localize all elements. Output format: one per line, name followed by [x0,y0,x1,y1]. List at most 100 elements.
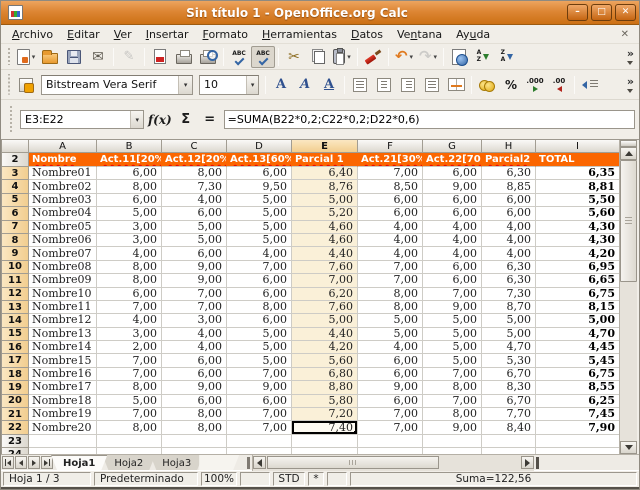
cell-F20[interactable]: 6,00 [358,395,423,408]
cell-F3[interactable]: 7,00 [358,167,423,180]
cell-H18[interactable]: 6,70 [482,368,536,381]
cell-A3[interactable]: Nombre01 [29,167,97,180]
cell-C19[interactable]: 9,00 [162,381,227,394]
cell-A4[interactable]: Nombre02 [29,180,97,193]
cell-A14[interactable]: Nombre12 [29,314,97,327]
cell-B19[interactable]: 8,00 [97,381,162,394]
cell-G14[interactable]: 5,00 [423,314,482,327]
cell-E19[interactable]: 8,80 [292,381,358,394]
new-document-button[interactable]: ▾ [14,46,38,68]
cell-I13[interactable]: 8,15 [536,301,620,314]
cell-I5[interactable]: 5,50 [536,194,620,207]
cell-E15[interactable]: 4,40 [292,328,358,341]
cell-G3[interactable]: 6,00 [423,167,482,180]
align-center-button[interactable] [372,74,396,96]
sheet-tab-hoja2[interactable]: Hoja2 [102,455,155,470]
cell-E8[interactable]: 4,60 [292,234,358,247]
cell-A2[interactable]: Nombre [29,153,97,167]
vertical-scrollbar[interactable] [619,140,637,454]
cell-C8[interactable]: 5,00 [162,234,227,247]
col-header-B[interactable]: B [97,140,162,153]
cell-D12[interactable]: 6,00 [227,288,292,301]
cell-E20[interactable]: 5,80 [292,395,358,408]
cell-D2[interactable]: Act.13[60%] [227,153,292,167]
row-header-21[interactable]: 21 [2,408,29,421]
horizontal-scrollbar[interactable] [252,455,534,471]
cell-C15[interactable]: 4,00 [162,328,227,341]
menu-archivo[interactable]: Archivo [5,26,60,43]
cell-I8[interactable]: 4,30 [536,234,620,247]
paste-button[interactable]: ▾ [330,46,354,68]
cell-D16[interactable]: 5,00 [227,341,292,354]
cell-E12[interactable]: 6,20 [292,288,358,301]
cell-D13[interactable]: 8,00 [227,301,292,314]
cell-H19[interactable]: 8,30 [482,381,536,394]
col-header-E[interactable]: E [292,140,358,153]
cell-A12[interactable]: Nombre10 [29,288,97,301]
cell-C5[interactable]: 4,00 [162,194,227,207]
cell-E16[interactable]: 4,20 [292,341,358,354]
cell-B5[interactable]: 6,00 [97,194,162,207]
cell-G4[interactable]: 9,00 [423,180,482,193]
toolbar-overflow-button[interactable]: » [624,76,637,93]
cell-D23[interactable] [227,435,292,448]
auto-spellcheck-button[interactable]: ABC [251,46,275,68]
cell-C16[interactable]: 4,00 [162,341,227,354]
last-sheet-button[interactable] [41,456,53,469]
row-header-12[interactable]: 12 [2,288,29,301]
cell-D19[interactable]: 9,00 [227,381,292,394]
row-header-13[interactable]: 13 [2,301,29,314]
cell-D9[interactable]: 4,00 [227,247,292,260]
name-box[interactable]: ▾ [20,110,144,129]
cell-B6[interactable]: 5,00 [97,207,162,220]
cell-G10[interactable]: 6,00 [423,261,482,274]
cell-G12[interactable]: 7,00 [423,288,482,301]
bold-button[interactable]: A [269,74,293,96]
cut-button[interactable]: ✂ [282,46,306,68]
cell-I20[interactable]: 6,25 [536,395,620,408]
cell-F12[interactable]: 8,00 [358,288,423,301]
horizontal-scrollbar-thumb[interactable] [267,456,439,469]
scrollbar-resize-handle[interactable] [536,457,539,469]
cell-D10[interactable]: 7,00 [227,261,292,274]
font-name-combo[interactable]: ▾ [41,75,193,95]
scroll-down-button[interactable] [620,441,637,454]
cell-D22[interactable]: 7,00 [227,421,292,434]
align-left-button[interactable] [348,74,372,96]
cell-C9[interactable]: 6,00 [162,247,227,260]
cell-E21[interactable]: 7,20 [292,408,358,421]
row-header-4[interactable]: 4 [2,180,29,193]
delete-decimal-place-button[interactable]: .00 [547,74,571,96]
cell-A20[interactable]: Nombre18 [29,395,97,408]
cell-D4[interactable]: 9,50 [227,180,292,193]
vertical-split-handle[interactable] [620,140,637,147]
cell-B12[interactable]: 6,00 [97,288,162,301]
sort-ascending-button[interactable]: AZ [471,46,495,68]
cell-D7[interactable]: 5,00 [227,221,292,234]
cell-F23[interactable] [358,435,423,448]
toolbar-overflow-button[interactable]: » [624,48,637,65]
equals-icon[interactable]: = [200,110,220,129]
maximize-button[interactable]: □ [591,4,612,21]
underline-button[interactable]: A [317,74,341,96]
cell-H20[interactable]: 6,70 [482,395,536,408]
cell-C14[interactable]: 3,00 [162,314,227,327]
col-header-C[interactable]: C [162,140,227,153]
styles-and-formatting-button[interactable] [14,74,38,96]
row-header-20[interactable]: 20 [2,395,29,408]
cell-A7[interactable]: Nombre05 [29,221,97,234]
cell-F17[interactable]: 6,00 [358,354,423,367]
cell-G9[interactable]: 4,00 [423,247,482,260]
row-header-10[interactable]: 10 [2,261,29,274]
cell-C11[interactable]: 9,00 [162,274,227,287]
cell-A23[interactable] [29,435,97,448]
row-header-11[interactable]: 11 [2,274,29,287]
cell-C18[interactable]: 6,00 [162,368,227,381]
cell-C4[interactable]: 7,30 [162,180,227,193]
cell-I12[interactable]: 6,75 [536,288,620,301]
cell-C10[interactable]: 9,00 [162,261,227,274]
cell-E14[interactable]: 5,00 [292,314,358,327]
cell-C2[interactable]: Act.12[20%] [162,153,227,167]
cell-B10[interactable]: 8,00 [97,261,162,274]
cell-A10[interactable]: Nombre08 [29,261,97,274]
